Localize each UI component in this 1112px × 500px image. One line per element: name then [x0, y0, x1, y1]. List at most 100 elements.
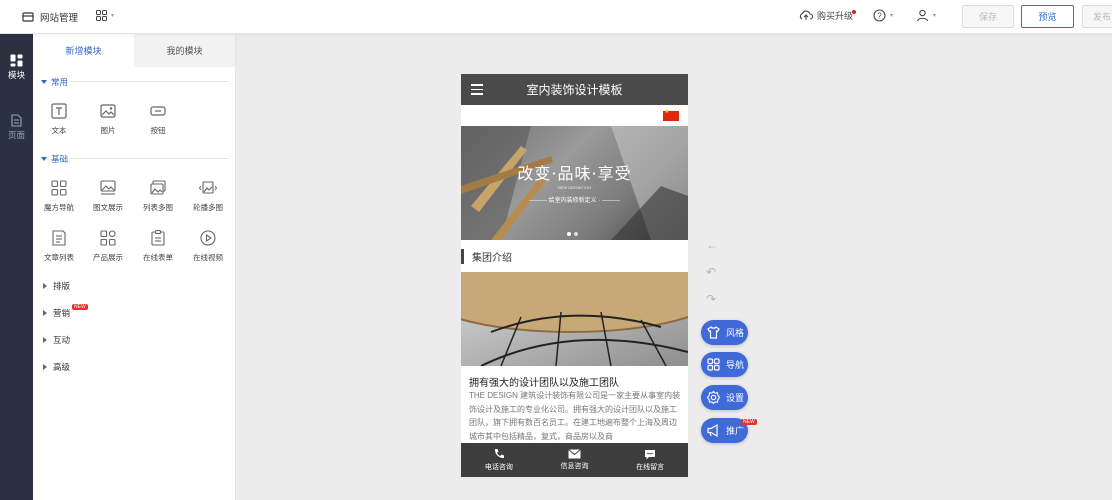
image-text-icon	[100, 180, 116, 195]
footer-label: 在线留言	[636, 463, 665, 471]
banner-subtitle: ——— 给室内装修新定义 · ———	[529, 198, 620, 204]
module-panel: 新增模块 我的模块 常用 文本 图片 按钮 基础 魔方导航 图文展示 列表多图 …	[33, 34, 236, 500]
site-management-menu[interactable]: 网站管理	[22, 10, 78, 24]
fab-label: 推广	[726, 426, 745, 436]
new-badge: NEW	[741, 419, 757, 425]
undo-icon[interactable]: ↶	[706, 265, 716, 279]
expand-icon	[43, 310, 47, 316]
rail-item-modules[interactable]: 模块	[0, 54, 33, 81]
module-text[interactable]: 文本	[34, 102, 84, 136]
module-article-list[interactable]: 文章列表	[34, 229, 84, 263]
top-bar: 网站管理 ▾ 购买升级 ? ▾ ▾ 保存 预览 发布	[0, 0, 1112, 34]
category-interaction[interactable]: 互动	[43, 334, 70, 346]
module-label: 产品展示	[93, 253, 123, 262]
china-flag-icon[interactable]	[663, 108, 679, 121]
module-label: 在线视频	[193, 253, 223, 262]
category-label: 排版	[53, 281, 71, 291]
module-label: 图文展示	[93, 203, 123, 212]
chevron-down-icon: ▾	[933, 13, 937, 19]
rail-item-label: 页面	[7, 130, 25, 140]
module-label: 列表多图	[143, 203, 173, 212]
hamburger-icon[interactable]	[471, 84, 483, 98]
text-icon	[51, 103, 67, 119]
section-common-header[interactable]: 常用	[41, 76, 229, 88]
module-form[interactable]: 在线表单	[133, 229, 183, 263]
blocks-icon	[10, 54, 23, 67]
footer-message-button[interactable]: 在线留言	[612, 443, 688, 477]
nav-grid-icon	[707, 358, 720, 371]
upgrade-button[interactable]: 购买升级	[799, 9, 856, 22]
module-label: 文本	[51, 126, 67, 135]
module-carousel[interactable]: 轮播多图	[183, 179, 233, 213]
nav-button[interactable]: 导航	[701, 352, 748, 377]
notification-dot	[852, 10, 856, 14]
phone-preview[interactable]: 室内装饰设计模板 改变·品味·享受 NEW DEFINITION ——— 给室内…	[461, 74, 688, 477]
banner-headline: 改变·品味·享受	[517, 164, 632, 183]
redo-icon[interactable]: ↷	[706, 292, 716, 306]
section-title: 常用	[51, 77, 69, 87]
settings-icon	[706, 390, 721, 405]
help-icon: ?	[873, 9, 886, 22]
collapse-icon	[41, 157, 47, 161]
module-label: 魔方导航	[44, 203, 74, 212]
phone-icon	[494, 449, 504, 459]
module-product[interactable]: 产品展示	[83, 229, 133, 263]
module-label: 文章列表	[44, 253, 74, 262]
section-basic-header[interactable]: 基础	[41, 153, 229, 165]
footer-label: 信息咨询	[560, 463, 589, 470]
category-label: 营销	[53, 308, 71, 318]
phone-header-title: 室内装饰设计模板	[526, 83, 623, 97]
new-badge: NEW	[72, 304, 88, 310]
video-icon	[200, 230, 216, 246]
category-label: 高级	[53, 362, 71, 372]
user-icon	[916, 9, 929, 22]
tab-new-modules[interactable]: 新增模块	[33, 34, 134, 67]
footer-phone-button[interactable]: 电话咨询	[461, 443, 537, 477]
divider	[69, 81, 229, 82]
article-body: THE DESIGN 建筑设计装饰有限公司是一家主要从事室内装饰设计及施工的专业…	[469, 391, 681, 441]
divider	[69, 158, 229, 159]
module-image[interactable]: 图片	[83, 102, 133, 136]
style-button[interactable]: 风格	[701, 320, 748, 345]
category-marketing[interactable]: 营销 NEW	[43, 304, 92, 319]
module-label: 图片	[100, 126, 116, 135]
multi-image-icon	[150, 180, 166, 195]
shirt-icon	[707, 326, 720, 339]
section-title: 基础	[51, 154, 69, 164]
preview-button[interactable]: 预览	[1021, 5, 1074, 28]
user-menu[interactable]: ▾	[916, 9, 936, 22]
category-advanced[interactable]: 高级	[43, 361, 70, 373]
module-label: 轮播多图	[193, 203, 223, 212]
section-title-company: 集团介绍	[461, 249, 688, 264]
product-icon	[100, 230, 116, 246]
category-layout[interactable]: 排版	[43, 280, 70, 292]
hero-banner[interactable]: 改变·品味·享受 NEW DEFINITION ——— 给室内装修新定义 · —…	[461, 126, 688, 240]
help-menu[interactable]: ? ▾	[873, 9, 893, 22]
module-image-text[interactable]: 图文展示	[83, 179, 133, 213]
tab-my-modules[interactable]: 我的模块	[134, 34, 235, 67]
section-bar	[461, 249, 464, 264]
module-video[interactable]: 在线视频	[183, 229, 233, 263]
form-icon	[151, 229, 165, 246]
upgrade-label: 购买升级	[817, 11, 854, 21]
phone-footer: 电话咨询 信息咨询 在线留言	[461, 443, 688, 477]
image-icon	[100, 104, 116, 118]
module-label: 在线表单	[143, 253, 173, 262]
module-multi-image[interactable]: 列表多图	[133, 179, 183, 213]
carousel-dots[interactable]	[567, 232, 578, 236]
fab-label: 风格	[726, 328, 745, 338]
publish-button[interactable]: 发布	[1082, 5, 1112, 28]
apps-menu[interactable]: ▾	[96, 10, 114, 21]
expand-icon	[43, 283, 47, 289]
module-button[interactable]: 按钮	[133, 102, 183, 136]
back-arrow-icon[interactable]: ←	[706, 238, 718, 252]
footer-mail-button[interactable]: 信息咨询	[537, 443, 613, 477]
megaphone-icon	[707, 423, 718, 438]
module-cube-nav[interactable]: 魔方导航	[34, 179, 84, 213]
chevron-down-icon: ▾	[890, 13, 894, 19]
save-button[interactable]: 保存	[962, 5, 1014, 28]
rail-item-pages[interactable]: 页面	[0, 114, 33, 141]
article-title: 拥有强大的设计团队以及施工团队	[469, 378, 619, 389]
svg-text:?: ?	[877, 11, 882, 20]
settings-button[interactable]: 设置	[701, 385, 748, 410]
